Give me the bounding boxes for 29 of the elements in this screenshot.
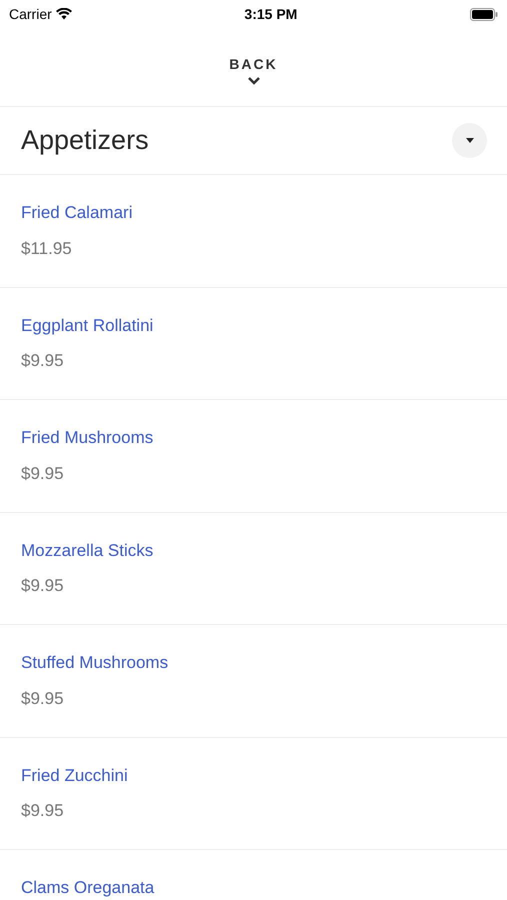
item-name: Clams Oreganata (21, 877, 156, 899)
item-price: $9.95 (21, 800, 65, 822)
menu-item[interactable]: Eggplant Rollatini $9.95 (0, 288, 507, 400)
section-title: Appetizers (21, 124, 149, 158)
item-name: Fried Mushrooms (21, 427, 154, 449)
item-name: Stuffed Mushrooms (21, 652, 170, 674)
chevron-down-icon (246, 76, 260, 84)
item-price: $9.95 (21, 350, 65, 372)
clock-time: 3:15 PM (244, 4, 298, 24)
item-price: $9.95 (21, 462, 65, 484)
item-name: Fried Calamari (21, 202, 134, 224)
menu-item[interactable]: Fried Calamari $11.95 (0, 175, 507, 288)
menu-item[interactable]: Stuffed Mushrooms $9.95 (0, 625, 507, 738)
item-name: Fried Zucchini (21, 764, 129, 786)
dropdown-button[interactable] (452, 123, 487, 158)
menu-item[interactable]: Mozzarella Sticks $9.95 (0, 512, 507, 625)
item-price: $11.95 (21, 238, 73, 260)
back-button[interactable]: BACK (0, 28, 507, 106)
battery-icon (470, 8, 498, 20)
wifi-icon (56, 8, 72, 20)
item-price: $9.95 (21, 688, 65, 710)
item-price: $9.95 (21, 575, 65, 597)
menu-item[interactable]: Clams Oreganata (0, 850, 507, 900)
carrier-label: Carrier (9, 4, 52, 24)
caret-down-icon (466, 138, 474, 143)
item-name: Mozzarella Sticks (21, 540, 154, 562)
menu-item[interactable]: Fried Mushrooms $9.95 (0, 400, 507, 512)
item-name: Eggplant Rollatini (21, 314, 154, 336)
menu-item[interactable]: Fried Zucchini $9.95 (0, 738, 507, 850)
